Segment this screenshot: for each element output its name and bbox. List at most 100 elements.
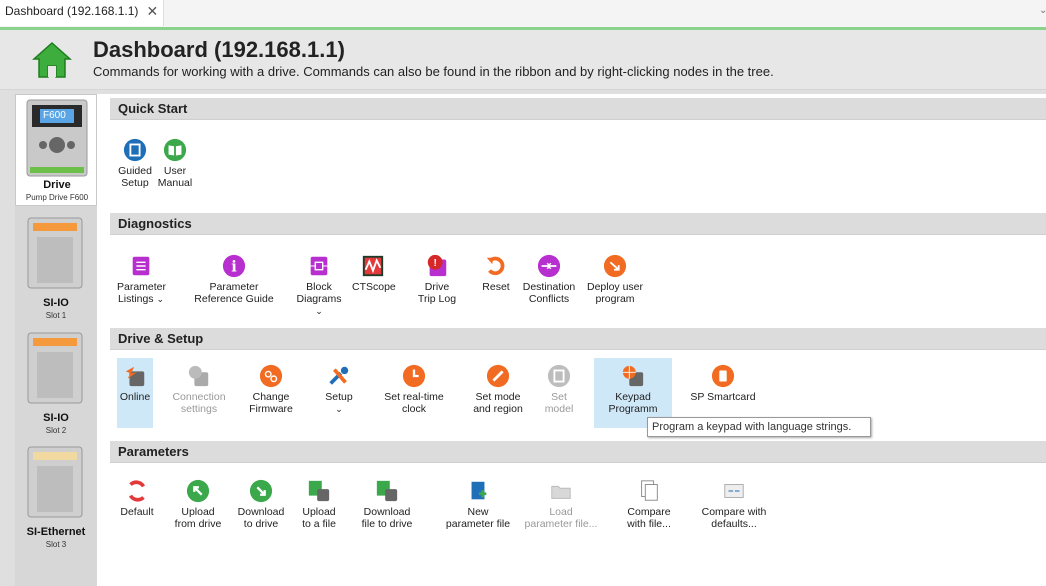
- upload-to-file-button[interactable]: Upload to a file: [297, 479, 341, 530]
- tab-label: Dashboard (192.168.1.1): [5, 4, 139, 18]
- label-line1: Download: [237, 506, 285, 518]
- download-file-to-drive-button[interactable]: Download file to drive: [354, 479, 420, 530]
- guided-setup-button[interactable]: Guided Setup: [117, 138, 153, 189]
- svg-text:!: !: [433, 258, 436, 269]
- label-line1: Upload: [302, 506, 336, 518]
- deploy-user-program-button[interactable]: Deploy user program: [585, 254, 645, 305]
- ctscope-button[interactable]: CTScope: [352, 254, 396, 293]
- label-line2: and region: [473, 403, 523, 415]
- diagram-icon: [310, 256, 328, 276]
- sp-smartcard-button[interactable]: SP Smartcard: [685, 364, 761, 403]
- new-parameter-file-button[interactable]: New parameter file: [444, 479, 512, 530]
- guided-setup-icon: [123, 138, 147, 162]
- reset-icon: [486, 256, 505, 276]
- label-line1: CTScope: [352, 281, 396, 293]
- label-line2: to a file: [302, 518, 336, 530]
- section-diagnostics: Diagnostics: [110, 213, 1046, 235]
- commands-panel: Quick Start Guided Setup User Manual Dia…: [97, 94, 1046, 586]
- default-button[interactable]: Default: [117, 479, 157, 518]
- mode-icon: [486, 364, 510, 388]
- info-icon: i: [222, 254, 246, 278]
- block-diagrams-button[interactable]: Block Diagrams ⌄: [293, 254, 345, 317]
- compare-file-icon: [641, 480, 658, 501]
- connection-icon: [188, 365, 209, 387]
- node-si-ethernet[interactable]: SI-Ethernet Slot 3: [15, 442, 97, 554]
- model-icon: [547, 364, 571, 388]
- label-line2: with file...: [627, 518, 671, 530]
- upload-from-drive-button[interactable]: Upload from drive: [173, 479, 223, 530]
- label-line2: parameter file...: [524, 518, 598, 530]
- label-line1: Load: [549, 506, 573, 518]
- label-line1: Upload: [181, 506, 215, 518]
- folder-icon: [551, 485, 571, 499]
- drive-screen-label: F600: [43, 110, 66, 121]
- label-line1: New: [467, 506, 489, 518]
- node-sub: Slot 1: [45, 311, 67, 320]
- node-name: Drive: [43, 179, 71, 191]
- node-name: SI-Ethernet: [26, 526, 86, 538]
- connection-settings-button[interactable]: Connection settings: [171, 364, 227, 415]
- upload-icon: [186, 479, 210, 503]
- label-line2: Reference Guide: [194, 293, 274, 305]
- download-file-icon: [376, 480, 398, 502]
- page-subtitle: Commands for working with a drive. Comma…: [93, 64, 774, 79]
- label-line2: Trip Log: [417, 293, 457, 305]
- set-real-time-clock-button[interactable]: Set real-time clock: [379, 364, 449, 415]
- chevron-down-icon: ⌄: [315, 306, 323, 316]
- smartcard-icon: [711, 364, 735, 388]
- label-line2: file to drive: [361, 518, 413, 530]
- compare-with-defaults-button[interactable]: Compare with defaults...: [697, 479, 771, 530]
- user-manual-button[interactable]: User Manual: [157, 138, 193, 189]
- node-si-io-1[interactable]: SI-IO Slot 1: [15, 213, 97, 325]
- label-line1: Set: [551, 391, 567, 403]
- node-sub: Pump Drive F600: [25, 193, 89, 202]
- destination-conflicts-button[interactable]: Destination Conflicts: [521, 254, 577, 305]
- label-line2: Diagrams: [296, 293, 342, 305]
- chevron-down-icon: ⌄: [335, 404, 343, 414]
- default-icon: [128, 480, 146, 502]
- section-quick-start: Quick Start: [110, 98, 1046, 120]
- reset-button[interactable]: Reset: [479, 254, 513, 293]
- setup-button[interactable]: Setup ⌄: [320, 364, 358, 415]
- conflict-icon: [537, 254, 561, 278]
- parameter-reference-guide-button[interactable]: i Parameter Reference Guide: [194, 254, 274, 305]
- label-line1: Connection: [172, 391, 226, 403]
- svg-text:i: i: [231, 259, 237, 276]
- home-icon: [32, 41, 72, 78]
- tab-dashboard[interactable]: Dashboard (192.168.1.1) ✕: [0, 0, 165, 26]
- chevron-down-icon[interactable]: ⌄: [1039, 5, 1046, 16]
- section-parameters: Parameters: [110, 441, 1046, 463]
- module-icon: [27, 446, 83, 518]
- drive-trip-log-button[interactable]: ! Drive Trip Log: [417, 254, 457, 305]
- label-line1: Download: [363, 506, 411, 518]
- set-model-button[interactable]: Set model: [543, 364, 575, 415]
- set-mode-region-button[interactable]: Set mode and region: [470, 364, 526, 415]
- node-name: SI-IO: [43, 412, 69, 424]
- node-si-io-2[interactable]: SI-IO Slot 2: [15, 328, 97, 440]
- label-line1: Destination: [522, 281, 576, 293]
- keypad-globe-icon: [622, 365, 644, 387]
- page-title: Dashboard (192.168.1.1): [93, 37, 345, 62]
- node-name: SI-IO: [43, 297, 69, 309]
- online-button[interactable]: Online: [117, 358, 153, 428]
- label-line2: defaults...: [711, 518, 757, 530]
- label-line1: Drive: [424, 281, 450, 293]
- label-line2: Firmware: [249, 403, 293, 415]
- tooltip: Program a keypad with language strings.: [647, 417, 871, 437]
- download-to-drive-button[interactable]: Download to drive: [234, 479, 288, 530]
- compare-with-file-button[interactable]: Compare with file...: [621, 479, 677, 530]
- label-line1: Set real-time: [384, 391, 444, 403]
- parameter-listings-button[interactable]: Parameter Listings ⌄: [117, 254, 166, 305]
- label-line1: Online: [119, 391, 151, 403]
- change-firmware-button[interactable]: Change Firmware: [246, 364, 296, 415]
- close-icon[interactable]: ✕: [146, 4, 158, 26]
- label-line1: User: [163, 165, 187, 177]
- label-line1: Setup: [325, 391, 353, 403]
- load-parameter-file-button[interactable]: Load parameter file...: [521, 479, 601, 530]
- firmware-icon: [259, 364, 283, 388]
- label-line1: Compare with: [701, 506, 767, 518]
- label-line1: Block: [306, 281, 332, 293]
- label-line2: from drive: [174, 518, 222, 530]
- upload-file-icon: [308, 480, 330, 502]
- node-drive[interactable]: F600 Drive Pump Drive F600: [15, 94, 97, 206]
